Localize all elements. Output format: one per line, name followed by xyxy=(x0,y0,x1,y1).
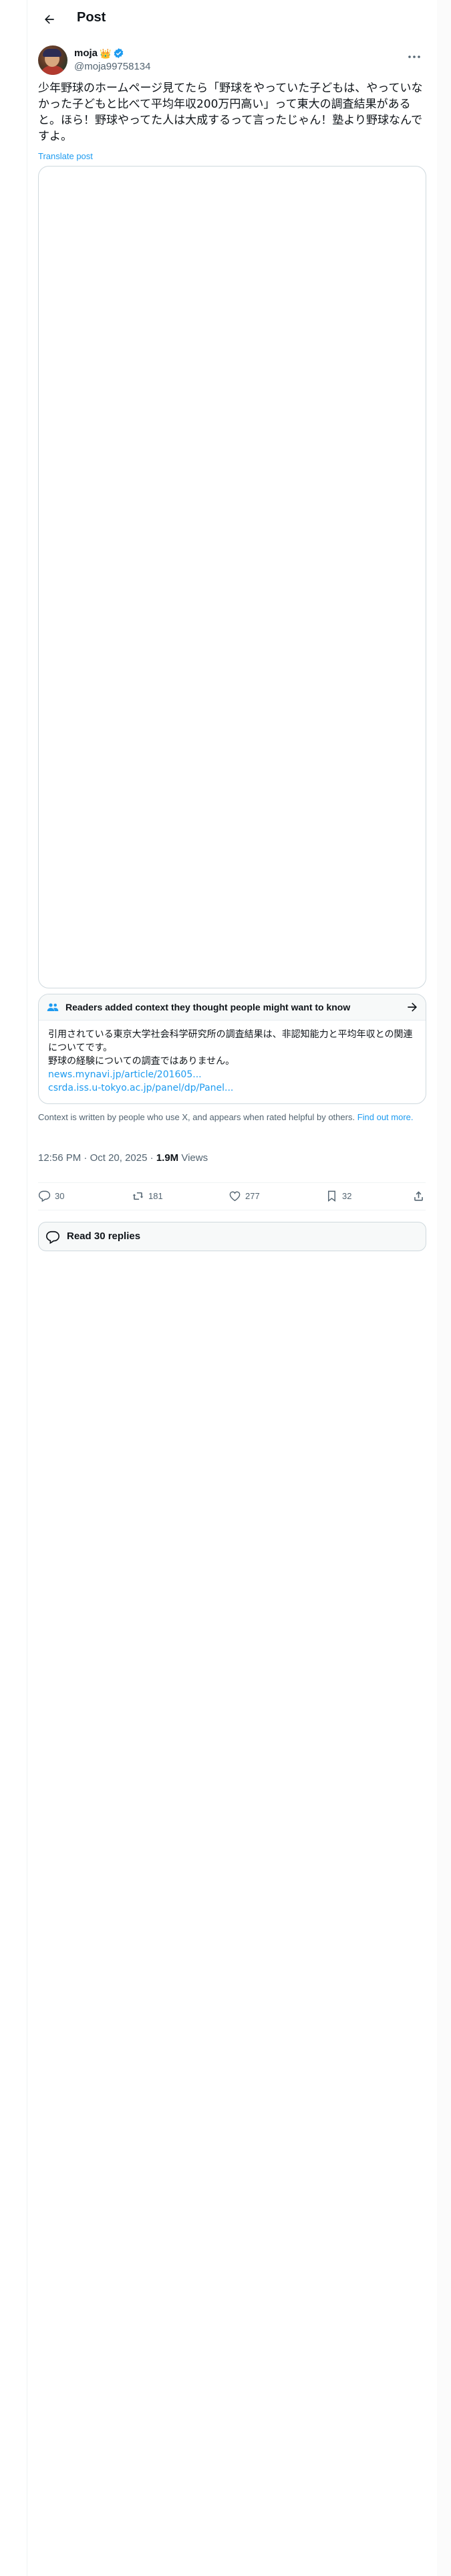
arrow-left-icon xyxy=(45,15,54,24)
back-button[interactable] xyxy=(38,8,61,31)
verified-badge-icon xyxy=(114,48,124,58)
find-out-more-link[interactable]: Find out more. xyxy=(357,1112,414,1122)
disclaimer-text: Context is written by people who use X, … xyxy=(38,1112,355,1122)
repost-icon xyxy=(132,1192,144,1200)
page-title: Post xyxy=(77,10,106,25)
community-note-header[interactable]: Readers added context they thought peopl… xyxy=(39,994,426,1021)
post-meta: 12:56 PM · Oct 20, 2025 · 1.9M Views xyxy=(38,1152,208,1164)
post-date[interactable]: Oct 20, 2025 xyxy=(90,1152,148,1164)
note-text-line: 引用されている東京大学社会科学研究所の調査結果は、非認知能力と平均年収との関連に… xyxy=(48,1029,413,1053)
repost-count: 181 xyxy=(148,1191,163,1201)
media-placeholder[interactable] xyxy=(38,166,426,988)
community-note-body: 引用されている東京大学社会科学研究所の調査結果は、非認知能力と平均年収との関連に… xyxy=(48,1028,417,1095)
community-note-title: Readers added context they thought peopl… xyxy=(65,1002,351,1012)
reply-count: 30 xyxy=(55,1191,65,1201)
author-block: moja 👑 @moja99758134 xyxy=(38,45,426,78)
right-gutter xyxy=(437,0,451,2576)
post-text: 少年野球のホームページ見てたら「野球をやっていた子どもは、やっていなかった子ども… xyxy=(38,82,423,143)
like-count: 277 xyxy=(245,1191,260,1201)
more-dots-icon xyxy=(408,56,420,58)
name-row: moja 👑 xyxy=(74,47,124,59)
note-source-link[interactable]: news.mynavi.jp/article/201605... xyxy=(48,1068,417,1081)
note-text-line: 野球の経験についての調査ではありません。 xyxy=(48,1056,235,1067)
avatar[interactable] xyxy=(38,45,67,75)
translate-post-link[interactable]: Translate post xyxy=(38,151,93,161)
crown-emoji: 👑 xyxy=(100,47,112,59)
arrow-right-icon xyxy=(408,1002,417,1012)
reply-button[interactable]: 30 xyxy=(38,1190,64,1202)
people-icon xyxy=(47,1003,59,1011)
views-label: Views xyxy=(181,1152,208,1164)
bookmark-icon xyxy=(328,1190,335,1202)
more-options-button[interactable] xyxy=(403,45,426,68)
bookmark-count: 32 xyxy=(342,1191,352,1201)
bookmark-button[interactable]: 32 xyxy=(325,1190,351,1202)
like-button[interactable]: 277 xyxy=(229,1190,260,1202)
note-disclaimer: Context is written by people who use X, … xyxy=(38,1112,426,1123)
reply-icon xyxy=(38,1190,51,1202)
user-handle[interactable]: @moja99758134 xyxy=(74,61,150,72)
share-icon xyxy=(414,1191,423,1201)
action-bar: 30 181 277 32 xyxy=(38,1182,426,1210)
share-button[interactable] xyxy=(412,1190,425,1202)
repost-button[interactable]: 181 xyxy=(132,1190,163,1202)
note-source-link[interactable]: csrda.iss.u-tokyo.ac.jp/panel/dp/Panel..… xyxy=(48,1081,417,1095)
top-bar: Post xyxy=(27,0,437,37)
read-replies-button[interactable]: Read 30 replies xyxy=(38,1222,426,1251)
speech-bubble-icon xyxy=(46,1230,59,1245)
views-count: 1.9M xyxy=(156,1152,179,1164)
post-time[interactable]: 12:56 PM xyxy=(38,1152,81,1164)
read-replies-label: Read 30 replies xyxy=(67,1230,141,1242)
post-column: Post moja 👑 @moja99758134 少年野球のホームページ見てた… xyxy=(27,0,438,2576)
community-note: Readers added context they thought peopl… xyxy=(38,994,426,1104)
heart-icon xyxy=(229,1191,241,1202)
display-name[interactable]: moja xyxy=(74,47,98,59)
